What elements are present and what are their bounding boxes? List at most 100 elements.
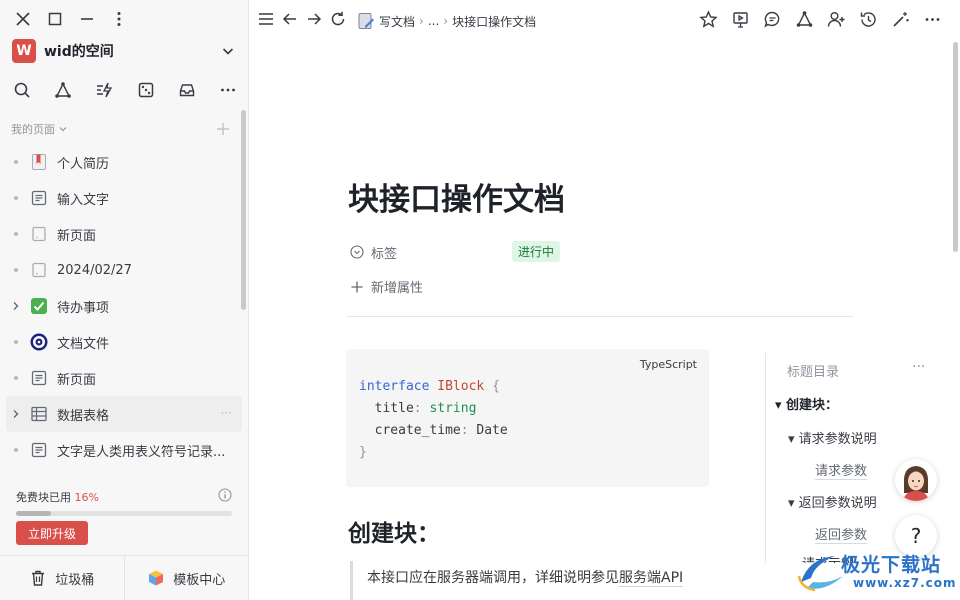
graph-icon[interactable] (53, 80, 73, 100)
breadcrumb-separator: › (419, 14, 424, 28)
code-block[interactable]: TypeScript interface IBlock { title: str… (346, 349, 709, 487)
quota-info: 免费块已用 16% (16, 488, 232, 505)
breadcrumb-root[interactable]: 写文档 (379, 13, 415, 30)
sidebar-item-label: 文字是人类用表义符号记录... (57, 444, 226, 460)
sidebar-scrollbar[interactable] (241, 110, 246, 310)
add-property-button[interactable]: 新增属性 (350, 277, 423, 296)
toc-item[interactable]: ▾ 创建块： (775, 394, 838, 413)
space-switcher[interactable]: W wid的空间 (12, 38, 236, 64)
section-heading[interactable]: 创建块： (348, 514, 440, 548)
sidebar-item-label: 新页面 (57, 228, 97, 244)
add-page-icon[interactable] (214, 120, 232, 138)
back-arrow-icon[interactable] (281, 10, 299, 32)
sidebar-item-doc-files[interactable]: 文档文件 (6, 324, 242, 360)
bullet-dot (14, 340, 18, 344)
bullet-dot (14, 268, 18, 272)
chevron-right-icon[interactable] (10, 408, 22, 420)
sidebar-item-new-page-2[interactable]: 新页面 (6, 360, 242, 396)
sidebar-item-data-table[interactable]: 数据表格 ··· (6, 396, 242, 432)
breadcrumb-current[interactable]: 块接口操作文档 (452, 13, 536, 30)
minimize-icon[interactable] (78, 10, 96, 28)
refresh-icon[interactable] (329, 10, 347, 32)
more-icon[interactable] (218, 80, 238, 100)
upgrade-button[interactable]: 立即升级 (16, 521, 88, 545)
sidebar-item-new-page[interactable]: 新页面 (6, 216, 242, 252)
chevron-down-icon (222, 48, 234, 55)
blank-page-icon (29, 224, 49, 244)
document-icon (29, 188, 49, 208)
trash-label: 垃圾桶 (55, 572, 95, 588)
document-edit-icon (358, 13, 374, 29)
graph-icon[interactable] (795, 10, 814, 29)
add-user-icon[interactable] (827, 10, 846, 29)
window-controls (14, 10, 128, 28)
sidebar-item-label: 数据表格 (57, 408, 110, 424)
ai-magic-icon[interactable] (891, 10, 910, 29)
bullet-dot (14, 196, 18, 200)
section-label: 我的页面 (11, 123, 55, 136)
sidebar-item-todo[interactable]: 待办事项 (6, 288, 242, 324)
trash-icon (32, 570, 45, 586)
item-more-icon[interactable]: ··· (221, 406, 232, 420)
table-icon (29, 404, 49, 424)
present-icon[interactable] (731, 10, 750, 29)
dice-icon[interactable] (136, 80, 156, 100)
sidebar-toolbar (12, 80, 238, 100)
sidebar-item-label: 文档文件 (57, 336, 110, 352)
quote-block[interactable]: 本接口应在服务器端调用，详细说明参见服务端API (350, 561, 708, 600)
history-icon[interactable] (859, 10, 878, 29)
maximize-icon[interactable] (46, 10, 64, 28)
watermark-logo: 极光下载站 www.xz7.com (795, 548, 957, 596)
page-list: 个人简历 输入文字 新页面 2024/02/27 待办事项 文档文件 新页面 数… (6, 144, 242, 468)
sidebar-item-date-page[interactable]: 2024/02/27 (6, 252, 242, 288)
code-language[interactable]: TypeScript (640, 358, 697, 371)
code-content: interface IBlock { title: string create_… (359, 379, 508, 460)
quick-action-icon[interactable] (94, 80, 114, 100)
divider (347, 316, 853, 317)
toc-item[interactable]: 返回参数 (815, 524, 868, 544)
tag-property-icon (350, 245, 364, 259)
close-icon[interactable] (14, 10, 32, 28)
sidebar-item-resume[interactable]: 个人简历 (6, 144, 242, 180)
nav-controls: 写文档 › ... › 块接口操作文档 (257, 10, 536, 32)
watermark-url: www.xz7.com (853, 576, 957, 590)
tag-property-label: 标签 (371, 246, 398, 262)
sidebar-item-input-text[interactable]: 输入文字 (6, 180, 242, 216)
chevron-right-icon[interactable] (10, 300, 22, 312)
my-pages-section[interactable]: 我的页面 (11, 121, 68, 137)
bullet-dot (14, 232, 18, 236)
trash-button[interactable]: 垃圾桶 (0, 556, 124, 600)
toc-item[interactable]: 请求参数 (815, 460, 868, 480)
space-name: wid的空间 (44, 44, 114, 60)
forward-arrow-icon[interactable] (305, 10, 323, 32)
quote-link[interactable]: 服务端API (619, 570, 684, 587)
assistant-avatar[interactable] (895, 459, 937, 501)
status-badge[interactable]: 进行中 (512, 241, 561, 262)
top-bar: 写文档 › ... › 块接口操作文档 (249, 0, 960, 40)
comment-icon[interactable] (763, 10, 782, 29)
template-center-label: 模板中心 (173, 572, 226, 588)
chevron-down-icon (59, 127, 67, 132)
search-icon[interactable] (12, 80, 32, 100)
toc-more-icon[interactable]: ··· (912, 359, 925, 375)
main-scrollbar[interactable] (953, 42, 958, 252)
breadcrumb-separator: › (443, 14, 449, 28)
tag-property-row[interactable]: 标签 进行中 (350, 241, 850, 263)
cube-icon (149, 570, 164, 586)
info-icon[interactable] (218, 488, 232, 502)
sidebar-item-label: 个人简历 (57, 156, 110, 172)
more-icon[interactable] (923, 10, 942, 29)
star-icon[interactable] (699, 10, 718, 29)
sidebar-item-text-article[interactable]: 文字是人类用表义符号记录... (6, 432, 242, 468)
eye-circle-icon (29, 332, 49, 352)
breadcrumb-ellipsis[interactable]: ... (428, 14, 439, 28)
toc-item[interactable]: ▾ 返回参数说明 (788, 492, 877, 511)
toc-item[interactable]: ▾ 请求参数说明 (788, 428, 877, 447)
quota-progress-bar (16, 511, 232, 516)
menu-icon[interactable] (257, 10, 275, 32)
template-center-button[interactable]: 模板中心 (123, 556, 249, 600)
page-title[interactable]: 块接口操作文档 (348, 174, 565, 219)
inbox-icon[interactable] (177, 80, 197, 100)
window-menu-icon[interactable] (110, 10, 128, 28)
space-logo: W (12, 39, 36, 63)
